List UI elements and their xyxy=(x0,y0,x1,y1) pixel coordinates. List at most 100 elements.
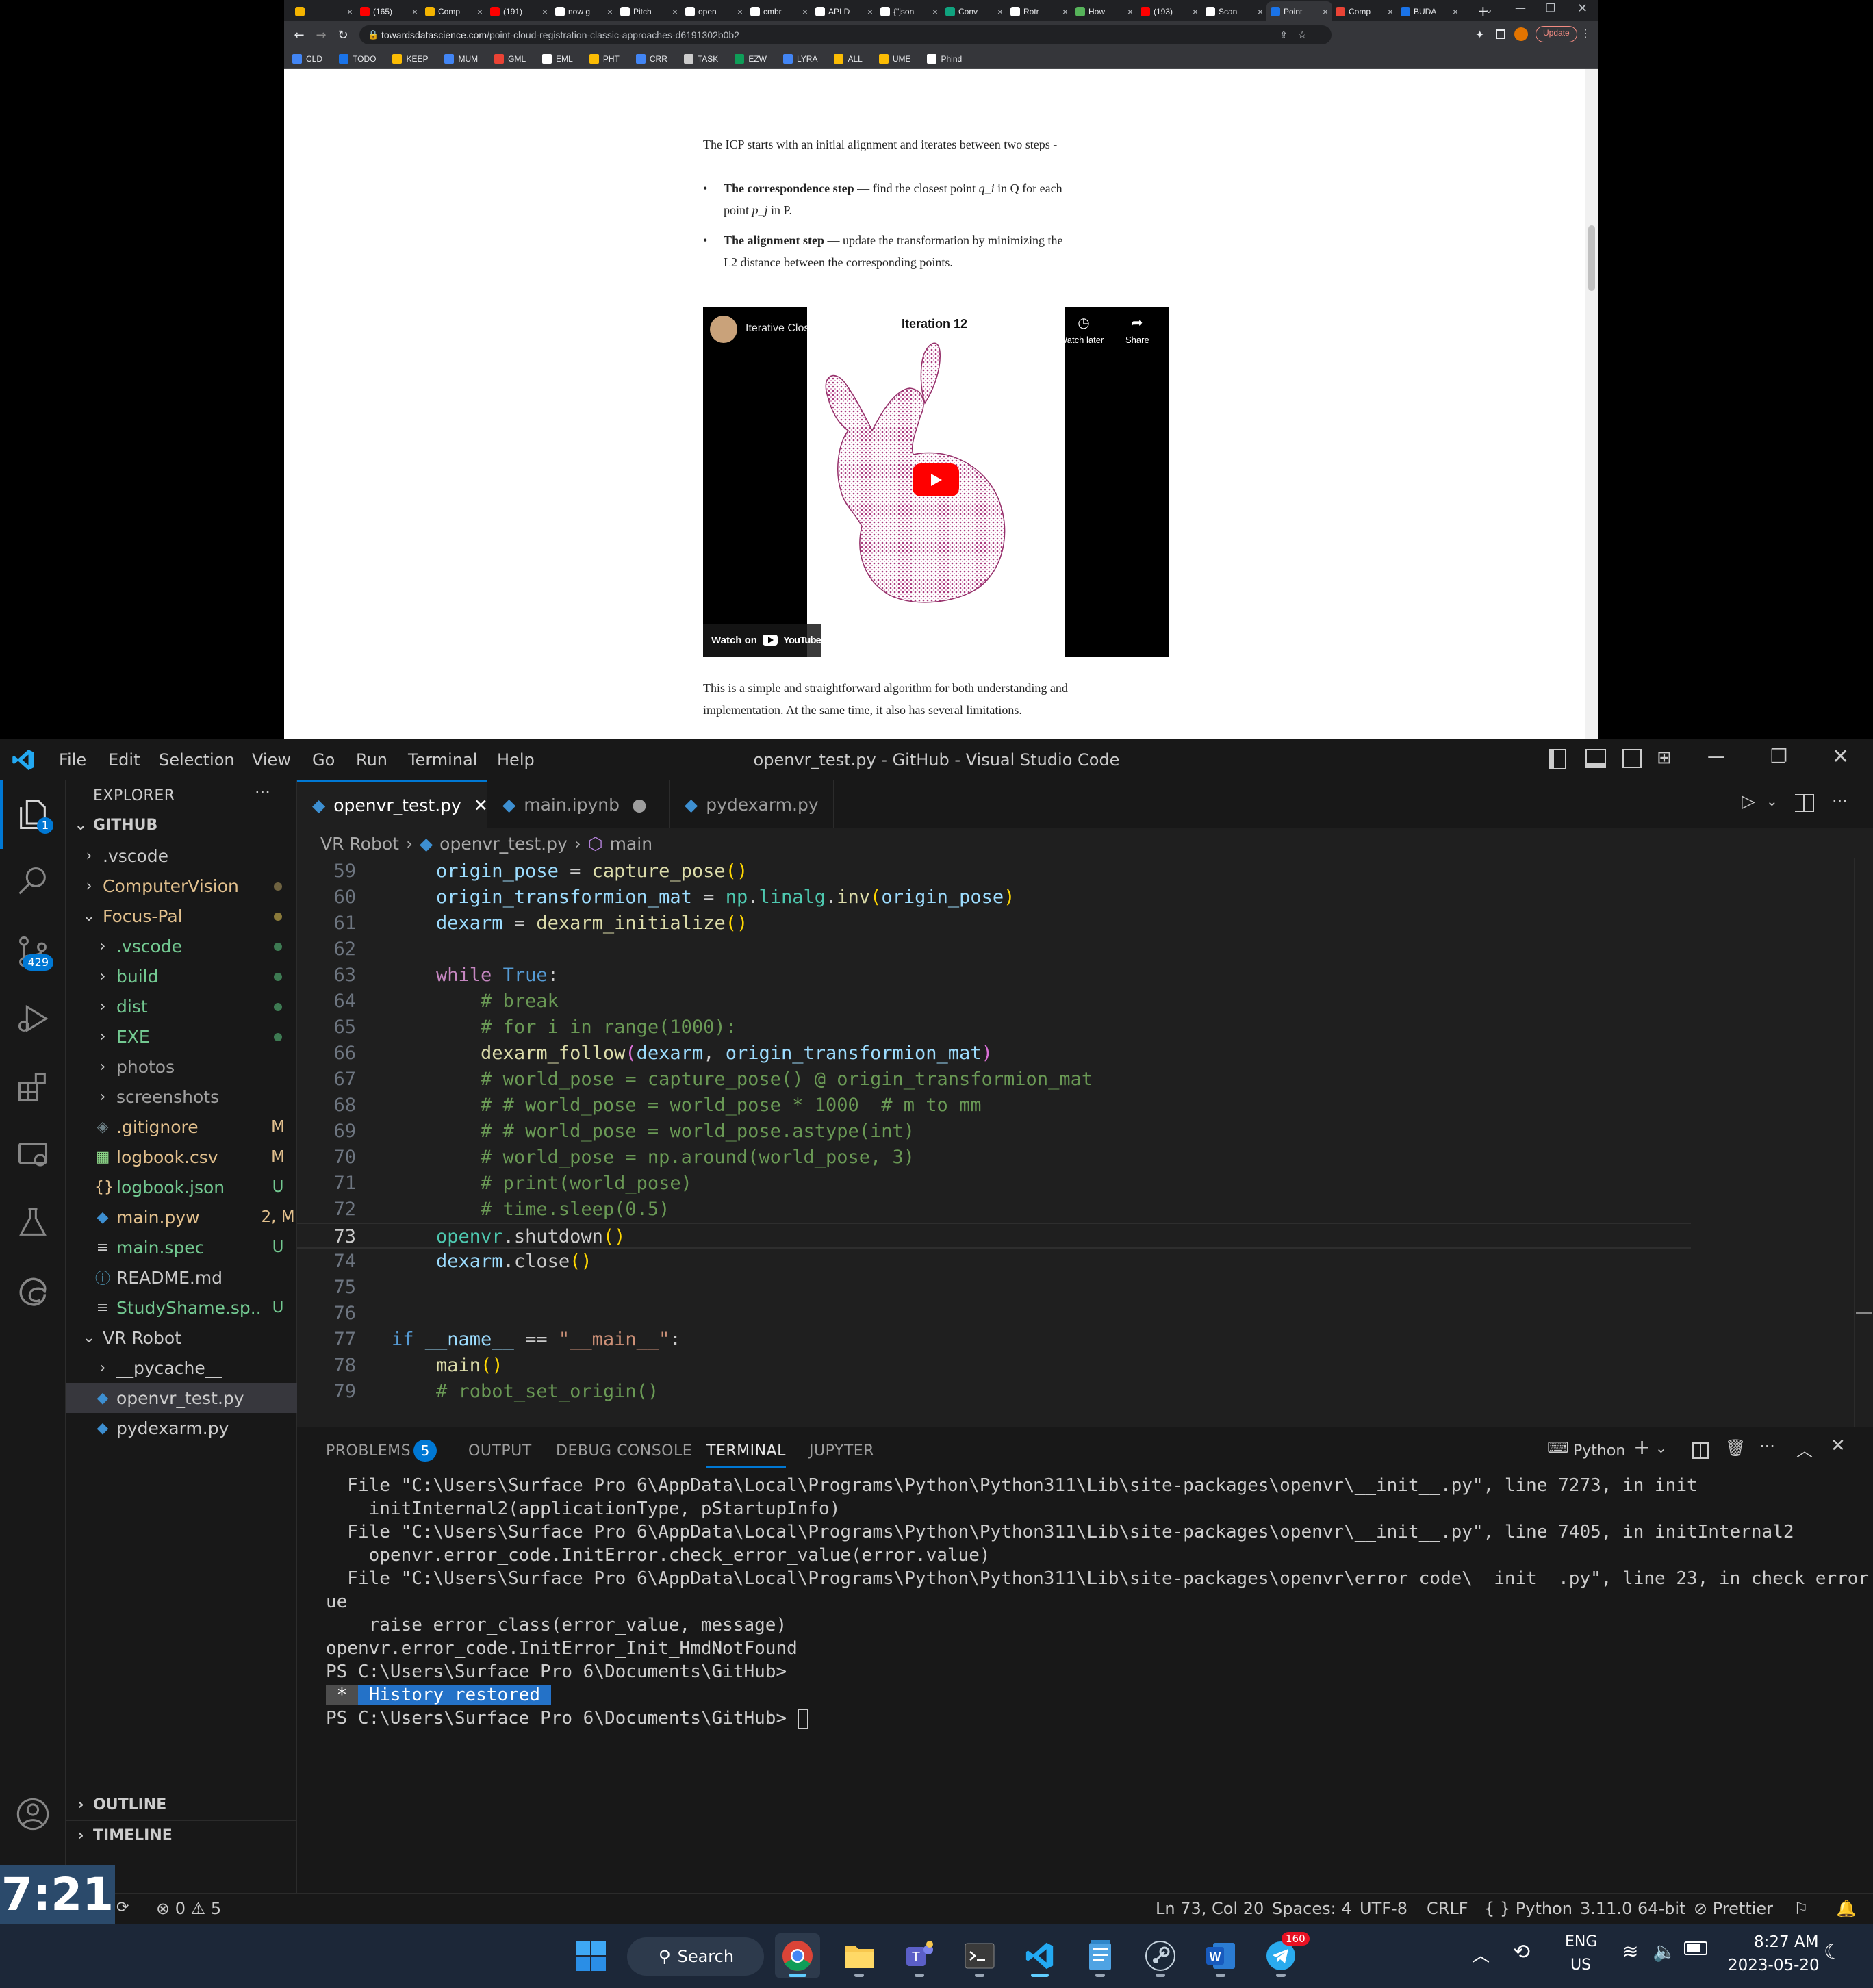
bookmark-item[interactable]: EZW xyxy=(735,53,767,64)
problems-status[interactable]: ⊗ 0 ⚠ 5 xyxy=(156,1899,221,1918)
bookmark-item[interactable]: MUM xyxy=(444,53,478,64)
vscode-taskbar-app[interactable] xyxy=(1017,1933,1062,1978)
extensions-icon[interactable]: ✦ xyxy=(1475,28,1484,41)
tree-folder[interactable]: › EXE xyxy=(66,1021,297,1052)
browser-tab[interactable]: (193) × xyxy=(1136,1,1202,21)
side-panel-icon[interactable] xyxy=(1496,29,1505,39)
editor-more-icon[interactable]: ··· xyxy=(1832,791,1848,811)
close-tab-icon[interactable]: ✕ xyxy=(474,795,488,815)
page-scrollbar[interactable] xyxy=(1585,69,1598,739)
minimize-icon[interactable]: — xyxy=(1515,1,1526,14)
code-line[interactable]: 65 # for i in range(1000): xyxy=(297,1015,1873,1041)
code-line[interactable]: 74 dexarm.close() xyxy=(297,1249,1873,1275)
chevron-down-icon[interactable]: ⌄ xyxy=(1766,793,1778,809)
tree-folder[interactable]: › dist xyxy=(66,991,297,1021)
close-tab-icon[interactable]: × xyxy=(607,6,613,17)
reload-icon[interactable]: ↻ xyxy=(335,27,351,43)
browser-tab[interactable]: Scan × xyxy=(1201,1,1267,21)
back-icon[interactable]: ← xyxy=(291,27,307,43)
code-line[interactable]: 66 dexarm_follow(dexarm, origin_transfor… xyxy=(297,1041,1873,1067)
bookmark-item[interactable]: TASK xyxy=(683,53,718,64)
language-mode[interactable]: { } Python xyxy=(1484,1899,1572,1918)
sync-icon[interactable]: ⟳ xyxy=(116,1899,129,1916)
tree-file[interactable]: ◈ .gitignore M xyxy=(66,1112,297,1142)
code-line[interactable]: 71 # print(world_pose) xyxy=(297,1171,1873,1197)
file-explorer-app[interactable] xyxy=(837,1933,882,1978)
tree-file[interactable]: ◆ openvr_test.py xyxy=(66,1383,297,1413)
code-line[interactable]: 59 origin_pose = capture_pose() xyxy=(297,858,1873,884)
video-title[interactable]: Iterative Closest Point (ICP) xyxy=(746,322,880,335)
close-tab-icon[interactable]: × xyxy=(867,6,873,17)
wifi-icon[interactable]: ≋ xyxy=(1622,1940,1638,1963)
taskbar-date[interactable]: 2023-05-20 xyxy=(1728,1957,1820,1974)
bookmark-item[interactable]: KEEP xyxy=(392,53,428,64)
python-interpreter[interactable]: 3.11.0 64-bit xyxy=(1580,1899,1685,1918)
account-icon[interactable] xyxy=(12,1794,53,1835)
explorer-icon[interactable]: 1 xyxy=(12,794,53,835)
maximize-panel-icon[interactable]: ︿ xyxy=(1796,1437,1813,1461)
toggle-secondary-sidebar-icon[interactable] xyxy=(1622,749,1642,768)
tree-folder[interactable]: ⌄ Focus-Pal xyxy=(66,901,297,931)
tree-folder[interactable]: › ComputerVision xyxy=(66,871,297,901)
bookmark-item[interactable]: LYRA xyxy=(782,53,817,64)
focus-assist-icon[interactable]: ☾ xyxy=(1824,1940,1842,1964)
end-of-line[interactable]: CRLF xyxy=(1427,1899,1468,1918)
tree-folder[interactable]: › build xyxy=(66,961,297,991)
tree-file[interactable]: ◆ main.pyw 2, M xyxy=(66,1202,297,1232)
editor-tab[interactable]: ◆ pydexarm.py xyxy=(670,780,834,828)
breadcrumb-symbol[interactable]: main xyxy=(610,834,652,854)
customize-layout-icon[interactable]: ⊞ xyxy=(1657,748,1672,768)
tree-folder[interactable]: › .vscode xyxy=(66,931,297,961)
panel-more-icon[interactable]: ··· xyxy=(1759,1437,1775,1456)
share-icon[interactable]: ⇪ xyxy=(1279,29,1288,41)
play-button[interactable] xyxy=(913,463,959,496)
code-line[interactable]: 64 # break xyxy=(297,989,1873,1015)
update-button[interactable]: Update xyxy=(1536,26,1577,42)
taskbar-time[interactable]: 8:27 AM xyxy=(1754,1933,1819,1951)
page-scrollbar-thumb[interactable] xyxy=(1588,225,1595,291)
browser-tab[interactable]: How × xyxy=(1071,1,1137,21)
tab-debug-console[interactable]: DEBUG CONSOLE xyxy=(556,1442,692,1460)
close-panel-icon[interactable]: ✕ xyxy=(1831,1436,1846,1456)
extensions-icon[interactable] xyxy=(12,1067,53,1108)
channel-avatar[interactable] xyxy=(710,316,737,343)
watch-later-label[interactable]: Watch later xyxy=(1059,335,1104,345)
bookmark-item[interactable]: CLD xyxy=(292,53,322,64)
browser-tab[interactable]: Conv × xyxy=(941,1,1007,21)
code-line[interactable]: 69 # # world_pose = world_pose.astype(in… xyxy=(297,1119,1873,1145)
bookmark-item[interactable]: ALL xyxy=(834,53,863,64)
restore-icon[interactable]: ❐ xyxy=(1546,1,1555,14)
teams-app[interactable]: T xyxy=(897,1933,942,1978)
tree-file[interactable]: ⓘ README.md xyxy=(66,1262,297,1292)
start-button[interactable] xyxy=(568,1933,613,1978)
code-line[interactable]: 61 dexarm = dexarm_initialize() xyxy=(297,910,1873,936)
browser-tab[interactable]: Comp × xyxy=(421,1,487,21)
browser-tab[interactable]: API D × xyxy=(811,1,877,21)
browser-tab[interactable]: Point × xyxy=(1266,1,1332,21)
browser-tab[interactable]: open × xyxy=(681,1,747,21)
youtube-embed[interactable]: Iterative Closest Point (ICP) Iteration … xyxy=(703,307,1169,657)
chevron-down-icon[interactable]: ⌄ xyxy=(1655,1440,1667,1456)
close-tab-icon[interactable]: × xyxy=(542,6,548,17)
run-file-icon[interactable]: ▷ xyxy=(1742,791,1755,812)
code-editor[interactable]: 59 origin_pose = capture_pose() 60 origi… xyxy=(297,858,1873,1481)
battery-icon[interactable] xyxy=(1684,1941,1707,1955)
tree-folder[interactable]: › .vscode xyxy=(66,841,297,871)
breadcrumb-folder[interactable]: VR Robot xyxy=(320,834,399,854)
steam-app[interactable] xyxy=(1138,1933,1183,1978)
source-control-icon[interactable]: 429 xyxy=(12,931,53,972)
prettier-status[interactable]: ⊘ Prettier xyxy=(1694,1899,1773,1918)
close-tab-icon[interactable]: × xyxy=(1127,6,1133,17)
bookmark-item[interactable]: Phind xyxy=(927,53,962,64)
indentation[interactable]: Spaces: 4 xyxy=(1272,1899,1352,1918)
tree-folder[interactable]: ⌄ VR Robot xyxy=(66,1323,297,1353)
split-terminal-icon[interactable] xyxy=(1692,1442,1709,1459)
browser-tab[interactable]: cmbr × xyxy=(746,1,812,21)
chrome-menu-icon[interactable]: ⋮ xyxy=(1580,27,1591,40)
unsaved-dot-icon[interactable]: ● xyxy=(632,795,647,815)
close-window-icon[interactable]: ✕ xyxy=(1832,745,1849,769)
more-actions-icon[interactable]: ··· xyxy=(255,783,270,802)
bookmark-item[interactable]: PHT xyxy=(589,53,620,64)
close-window-icon[interactable]: ✕ xyxy=(1577,1,1588,16)
bookmark-star-icon[interactable]: ☆ xyxy=(1298,29,1307,41)
